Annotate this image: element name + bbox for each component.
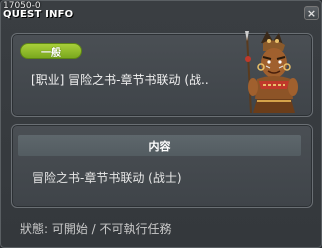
content-header: 内容 (18, 135, 301, 156)
close-button[interactable]: × (304, 6, 319, 20)
quest-info-window: 17050-0 QUEST INFO × 一般 [职业] 冒险之书-章节书联动 … (0, 0, 322, 248)
npc-portrait-icon (245, 31, 298, 114)
close-icon: × (306, 6, 317, 20)
window-title: QUEST INFO (3, 9, 74, 20)
quest-category-badge: 一般 (20, 43, 82, 59)
quest-status: 狀態: 可開始 / 不可執行任務 (20, 222, 172, 236)
quest-title: [职业] 冒险之书-章节书联动 (战.. (31, 73, 209, 87)
content-text: 冒险之书-章节书联动 (战士) (32, 171, 182, 185)
